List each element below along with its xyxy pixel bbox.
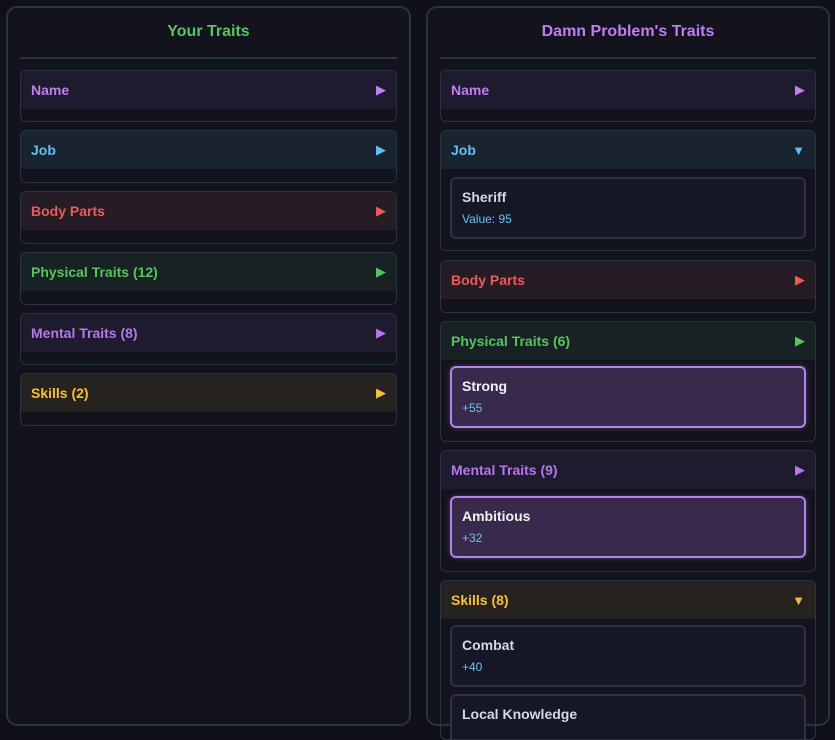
your-job-section: Job ▶ (20, 130, 397, 183)
your-physical-traits-header[interactable]: Physical Traits (12) ▶ (21, 253, 396, 291)
expand-arrow-icon: ▶ (376, 264, 386, 279)
your-name-section: Name ▶ (20, 70, 397, 122)
your-mental-traits-section: Mental Traits (8) ▶ (20, 313, 397, 365)
section-label: Body Parts (451, 272, 525, 288)
opponent-job-header[interactable]: Job ▼ (441, 131, 815, 169)
opponent-traits-title: Damn Problem's Traits (541, 23, 715, 40)
trait-name: Ambitious (462, 508, 531, 524)
section-label: Skills (2) (31, 385, 89, 401)
trait-card-combat[interactable]: Combat +40 (450, 625, 806, 687)
opponent-skills-header[interactable]: Skills (8) ▼ (441, 581, 815, 619)
trait-name: Sheriff (462, 189, 507, 205)
your-traits-title: Your Traits (167, 23, 250, 40)
trait-name: Combat (462, 637, 515, 653)
opponent-mental-traits-section: Mental Traits (9) ▶ Ambitious +32 (440, 450, 816, 572)
opponent-physical-traits-section: Physical Traits (6) ▶ Strong +55 (440, 321, 816, 442)
your-skills-section: Skills (2) ▶ (20, 373, 397, 426)
your-name-header[interactable]: Name ▶ (21, 71, 396, 109)
expand-arrow-icon: ▶ (795, 82, 805, 97)
section-label: Mental Traits (8) (31, 325, 138, 341)
expand-arrow-icon: ▶ (376, 142, 386, 157)
trait-name: Local Knowledge (462, 706, 578, 722)
opponent-job-section: Job ▼ Sheriff Value: 95 (440, 130, 816, 251)
section-label: Name (31, 82, 70, 98)
trait-card-ambitious[interactable]: Ambitious +32 (450, 496, 806, 558)
trait-card-strong[interactable]: Strong +55 (450, 366, 806, 428)
your-body-parts-section: Body Parts ▶ (20, 191, 397, 244)
opponent-name-header[interactable]: Name ▶ (441, 71, 815, 109)
divider (440, 57, 816, 59)
section-label: Name (451, 82, 490, 98)
your-physical-traits-section: Physical Traits (12) ▶ (20, 252, 397, 305)
your-job-header[interactable]: Job ▶ (21, 131, 396, 169)
expand-arrow-icon: ▶ (376, 385, 386, 400)
divider (20, 57, 397, 59)
opponent-skills-section: Skills (8) ▼ Combat +40 Local Knowledge (440, 580, 816, 740)
your-body-parts-header[interactable]: Body Parts ▶ (21, 192, 396, 230)
section-label: Job (451, 142, 476, 158)
your-traits-panel: Your Traits Name ▶ Job ▶ Body Parts ▶ Ph… (6, 6, 411, 726)
trait-card-local-knowledge[interactable]: Local Knowledge (450, 694, 806, 739)
expand-arrow-icon: ▶ (795, 272, 805, 287)
section-label: Skills (8) (451, 592, 509, 608)
your-skills-header[interactable]: Skills (2) ▶ (21, 374, 396, 412)
collapse-arrow-icon: ▼ (792, 592, 805, 608)
section-label: Mental Traits (9) (451, 462, 558, 478)
trait-value: +40 (462, 660, 483, 674)
expand-arrow-icon: ▶ (795, 462, 805, 477)
expand-arrow-icon: ▶ (376, 325, 386, 340)
collapse-arrow-icon: ▼ (792, 142, 805, 158)
expand-arrow-icon: ▶ (376, 203, 386, 218)
section-label: Physical Traits (12) (31, 264, 158, 280)
opponent-traits-panel: Damn Problem's Traits Name ▶ Job ▼ Sheri… (426, 6, 830, 740)
your-mental-traits-header[interactable]: Mental Traits (8) ▶ (21, 314, 396, 352)
opponent-body-parts-header[interactable]: Body Parts ▶ (441, 261, 815, 299)
opponent-physical-traits-header[interactable]: Physical Traits (6) ▶ (441, 322, 815, 360)
opponent-mental-traits-header[interactable]: Mental Traits (9) ▶ (441, 451, 815, 489)
section-label: Job (31, 142, 56, 158)
trait-value: +32 (462, 531, 483, 545)
trait-name: Strong (462, 378, 508, 394)
trait-value: Value: 95 (462, 212, 512, 226)
expand-arrow-icon: ▶ (795, 333, 805, 348)
trait-value: +55 (462, 401, 483, 415)
trait-card-sheriff[interactable]: Sheriff Value: 95 (450, 177, 806, 239)
opponent-body-parts-section: Body Parts ▶ (440, 260, 816, 313)
opponent-name-section: Name ▶ (440, 70, 816, 122)
section-label: Physical Traits (6) (451, 333, 571, 349)
section-label: Body Parts (31, 203, 105, 219)
expand-arrow-icon: ▶ (376, 82, 386, 97)
